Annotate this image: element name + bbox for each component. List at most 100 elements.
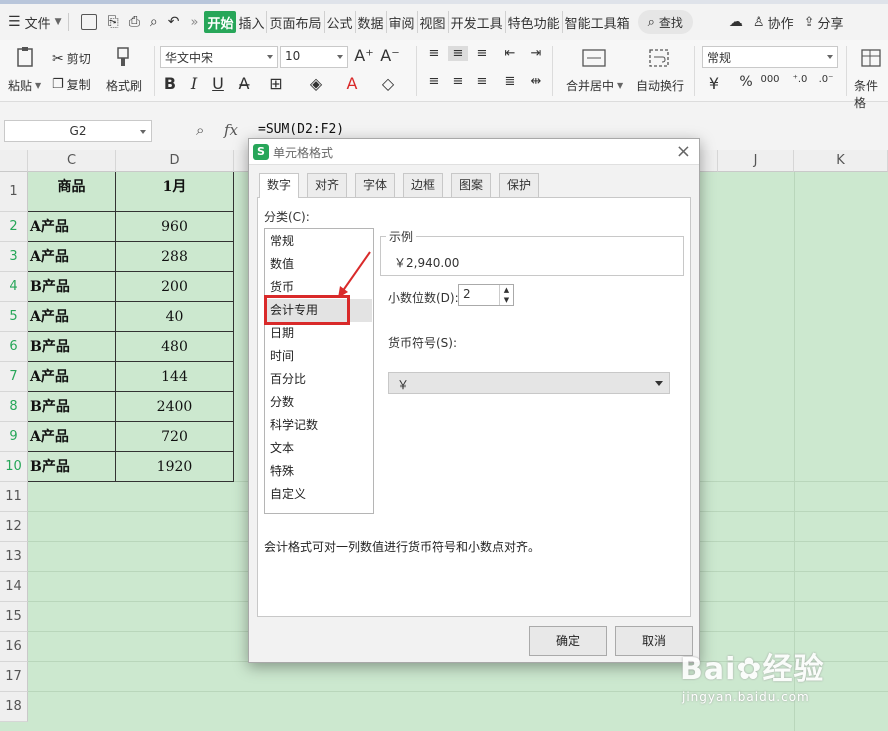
row-header[interactable]: 11 xyxy=(0,482,28,512)
category-item[interactable]: 时间 xyxy=(266,345,372,368)
tab-font[interactable]: 字体 xyxy=(355,173,395,197)
tab-smart-toolbox[interactable]: 智能工具箱 xyxy=(563,11,632,33)
align-bottom-icon[interactable]: ≡ xyxy=(472,46,492,61)
row-header[interactable]: 3 xyxy=(0,242,28,272)
table-cell[interactable]: 2400 xyxy=(116,392,234,422)
table-cell[interactable]: 1月 xyxy=(116,172,234,212)
row-header[interactable]: 13 xyxy=(0,542,28,572)
tab-formulas[interactable]: 公式 xyxy=(325,11,356,33)
table-cell[interactable]: A产品 xyxy=(28,422,116,452)
table-cell[interactable]: B产品 xyxy=(28,332,116,362)
table-cell[interactable]: 40 xyxy=(116,302,234,332)
clear-format-icon[interactable]: ◇ xyxy=(378,74,398,93)
table-cell[interactable]: B产品 xyxy=(28,392,116,422)
category-item[interactable]: 特殊 xyxy=(266,460,372,483)
align-left-icon[interactable]: ≡ xyxy=(424,74,444,89)
tab-alignment[interactable]: 对齐 xyxy=(307,173,347,197)
column-header-k[interactable]: K xyxy=(794,150,888,172)
number-format-select[interactable]: 常规 xyxy=(702,46,838,68)
category-item[interactable]: 科学记数 xyxy=(266,414,372,437)
decimal-places-stepper[interactable]: 2 ▲ ▼ xyxy=(458,284,514,306)
bold-icon[interactable]: B xyxy=(160,74,180,93)
table-cell[interactable]: 720 xyxy=(116,422,234,452)
format-painter-icon[interactable] xyxy=(114,46,134,68)
wrap-text-icon[interactable] xyxy=(648,48,670,68)
border-icon[interactable]: ⊞ xyxy=(266,74,286,93)
row-header[interactable]: 2 xyxy=(0,212,28,242)
indent-decrease-icon[interactable]: ⇤ xyxy=(500,46,520,61)
table-cell[interactable]: A产品 xyxy=(28,212,116,242)
row-header[interactable]: 16 xyxy=(0,632,28,662)
row-header[interactable]: 4 xyxy=(0,272,28,302)
decrease-decimal-icon[interactable]: .0⁻ xyxy=(816,74,836,85)
paste-icon[interactable] xyxy=(14,46,38,68)
decrease-font-icon[interactable]: A⁻ xyxy=(380,46,400,65)
close-icon[interactable]: × xyxy=(676,141,691,162)
increase-font-icon[interactable]: A⁺ xyxy=(354,46,374,65)
tab-protection[interactable]: 保护 xyxy=(499,173,539,197)
row-header[interactable]: 15 xyxy=(0,602,28,632)
table-cell[interactable]: 200 xyxy=(116,272,234,302)
indent-increase-icon[interactable]: ⇥ xyxy=(526,46,546,61)
row-header[interactable]: 8 xyxy=(0,392,28,422)
table-cell[interactable]: A产品 xyxy=(28,242,116,272)
tab-pattern[interactable]: 图案 xyxy=(451,173,491,197)
category-item[interactable]: 日期 xyxy=(266,322,372,345)
increase-decimal-icon[interactable]: ⁺.0 xyxy=(790,74,810,85)
table-cell[interactable]: 288 xyxy=(116,242,234,272)
row-header[interactable]: 9 xyxy=(0,422,28,452)
underline-icon[interactable]: U xyxy=(208,74,228,93)
export-pdf-icon[interactable]: ⎘ xyxy=(108,14,119,30)
row-header[interactable]: 12 xyxy=(0,512,28,542)
column-header-j[interactable]: J xyxy=(718,150,794,172)
search-button[interactable]: ⌕ 查找 xyxy=(637,10,693,34)
column-header-c[interactable]: C xyxy=(28,150,116,172)
row-header[interactable]: 6 xyxy=(0,332,28,362)
format-painter-button[interactable]: 格式刷 xyxy=(106,77,142,94)
fx-icon[interactable]: fx xyxy=(224,121,238,139)
print-icon[interactable]: ⎙ xyxy=(129,14,140,30)
row-header[interactable]: 18 xyxy=(0,692,28,722)
table-cell[interactable]: A产品 xyxy=(28,362,116,392)
thousands-icon[interactable]: 000 xyxy=(760,74,780,85)
row-header[interactable]: 17 xyxy=(0,662,28,692)
row-header[interactable]: 10 xyxy=(0,452,28,482)
more-icon[interactable]: » xyxy=(190,15,198,30)
fill-color-icon[interactable]: ◈ xyxy=(306,74,326,93)
align-right-icon[interactable]: ≡ xyxy=(472,74,492,89)
table-cell[interactable]: 960 xyxy=(116,212,234,242)
ok-button[interactable]: 确定 xyxy=(529,626,607,656)
column-header-d[interactable]: D xyxy=(116,150,234,172)
row-header[interactable]: 14 xyxy=(0,572,28,602)
paste-button[interactable]: 粘贴 ▼ xyxy=(8,77,41,94)
category-item[interactable]: 文本 xyxy=(266,437,372,460)
tab-page-layout[interactable]: 页面布局 xyxy=(267,11,325,33)
wrap-text-button[interactable]: 自动换行 xyxy=(636,77,684,94)
conditional-format-icon[interactable] xyxy=(860,48,882,68)
table-cell[interactable]: B产品 xyxy=(28,452,116,482)
tab-view[interactable]: 视图 xyxy=(418,11,449,33)
formula-input[interactable]: =SUM(D2:F2) xyxy=(258,122,344,137)
font-size-select[interactable]: 10 xyxy=(280,46,348,68)
table-cell[interactable]: B产品 xyxy=(28,272,116,302)
name-box[interactable]: G2 xyxy=(4,120,152,142)
table-cell[interactable]: 商品 xyxy=(28,172,116,212)
currency-symbol-select[interactable]: ￥ xyxy=(388,372,670,394)
chevron-down-icon[interactable]: ▼ xyxy=(500,295,513,305)
strikethrough-icon[interactable]: A̶ xyxy=(234,74,254,93)
distribute-icon[interactable]: ⇹ xyxy=(526,74,546,89)
cloud-button[interactable]: ☁ xyxy=(729,11,743,33)
tab-special[interactable]: 特色功能 xyxy=(506,11,563,33)
font-name-select[interactable]: 华文中宋 xyxy=(160,46,278,68)
tab-data[interactable]: 数据 xyxy=(356,11,387,33)
justify-icon[interactable]: ≣ xyxy=(500,74,520,89)
share-button[interactable]: ⇪ 分享 xyxy=(804,11,844,33)
chevron-up-icon[interactable]: ▲ xyxy=(500,285,513,295)
percent-icon[interactable]: % xyxy=(736,74,756,90)
table-cell[interactable]: A产品 xyxy=(28,302,116,332)
table-cell[interactable]: 480 xyxy=(116,332,234,362)
collab-button[interactable]: ♙ 协作 xyxy=(753,11,794,33)
undo-icon[interactable]: ↶ xyxy=(168,14,180,30)
cut-button[interactable]: ✂ 剪切 xyxy=(52,50,91,67)
merge-center-button[interactable]: 合并居中 ▼ xyxy=(566,77,623,94)
